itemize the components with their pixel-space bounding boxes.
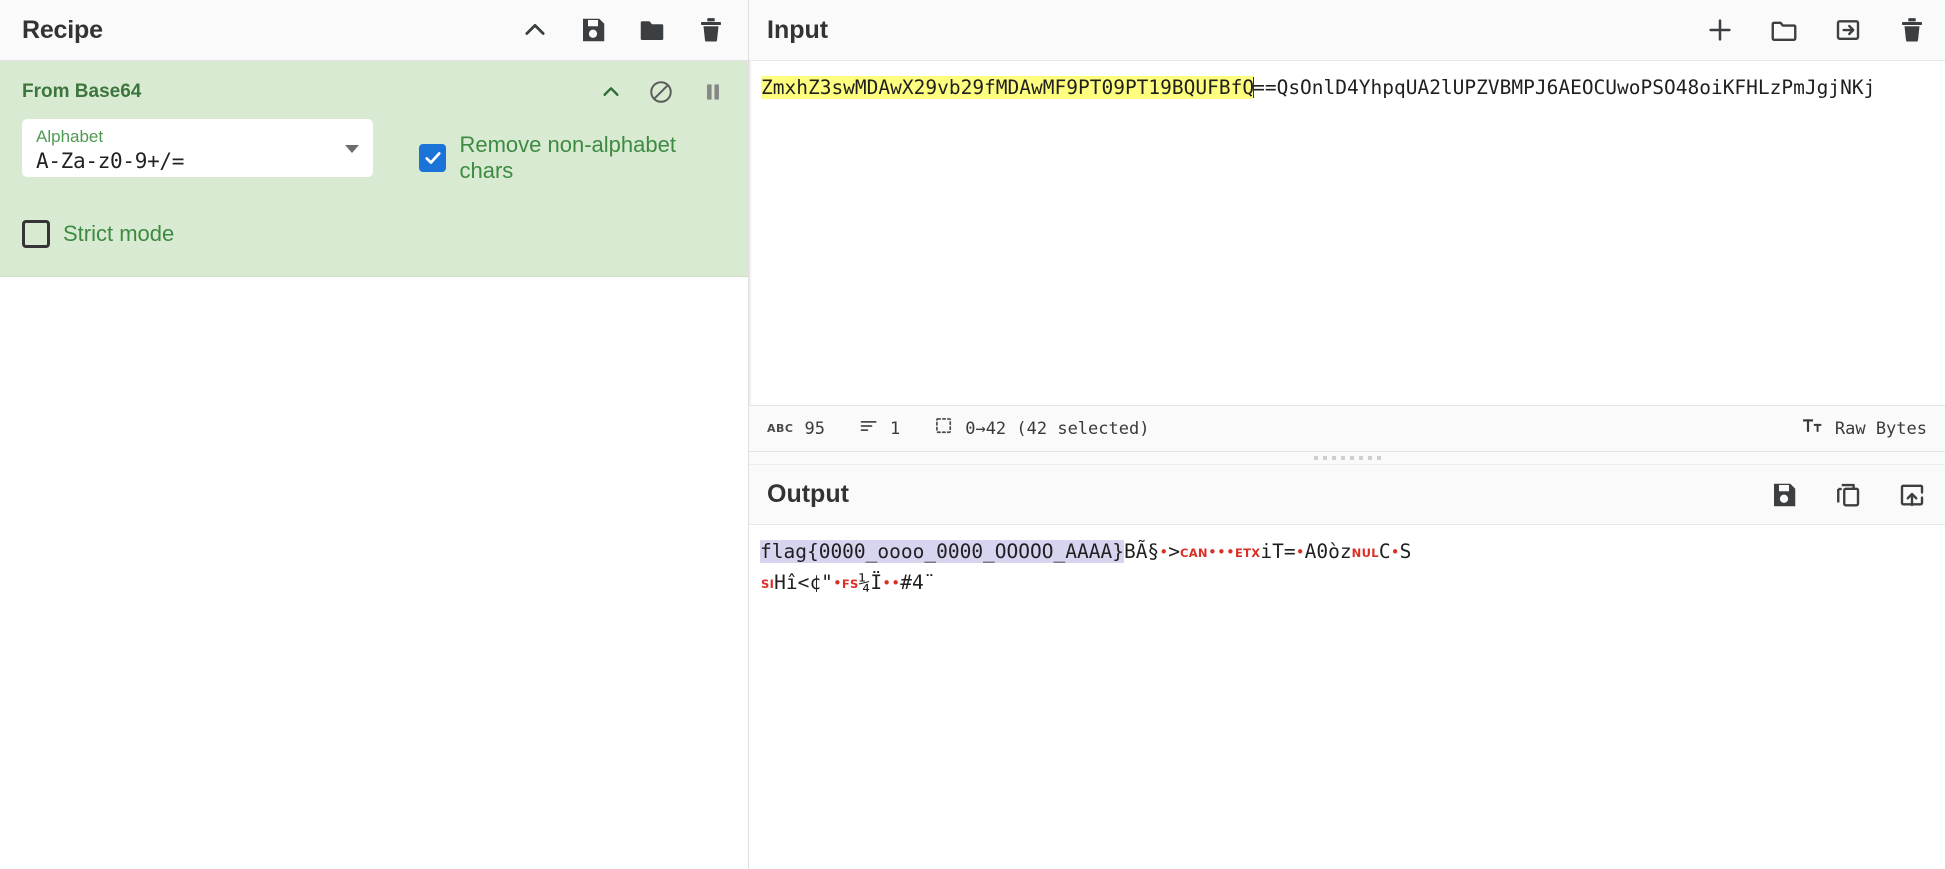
lines-count-icon	[859, 416, 879, 441]
input-status-bar: ABC 95 1 0→42 (42 selected) Raw Bytes	[749, 405, 1945, 452]
recipe-title: Recipe	[22, 15, 103, 44]
op-disable-icon[interactable]	[648, 79, 674, 105]
io-pane: Input ZmxhZ3swMDAwX29vb29fMDAwMF9PT09PT1…	[749, 0, 1945, 869]
output-text-run: C	[1378, 540, 1391, 563]
selection-range-icon	[934, 416, 954, 441]
strict-mode-checkbox[interactable]	[22, 220, 50, 248]
alphabet-label: Alphabet	[36, 127, 104, 146]
op-breakpoint-pause-icon[interactable]	[700, 79, 726, 105]
abc-length-icon: ABC	[767, 421, 794, 435]
clear-recipe-icon[interactable]	[696, 15, 726, 45]
strict-mode-checkbox-row[interactable]: Strict mode	[0, 220, 748, 248]
io-splitter[interactable]	[749, 452, 1945, 464]
control-char-nul: NUL	[1351, 546, 1379, 560]
splitter-grip-icon	[1313, 456, 1381, 460]
recipe-toolbar	[521, 15, 726, 45]
add-input-tab-icon[interactable]	[1705, 15, 1735, 45]
output-line-1-tail: BÃ§•>CAN•••ETXiT=•A0òzNULC•S	[1124, 540, 1411, 563]
output-title-bar: Output	[749, 464, 1945, 525]
remove-non-alphabet-chars-checkbox[interactable]	[419, 144, 447, 172]
output-text-run: #4¨	[900, 571, 936, 594]
output-text-run: >	[1168, 540, 1180, 563]
output-text-run: S	[1399, 540, 1412, 563]
recipe-empty-area[interactable]	[0, 277, 748, 869]
control-char-dot: •	[1207, 543, 1217, 561]
input-selection-group[interactable]: 0→42 (42 selected)	[934, 416, 1149, 441]
recipe-operation-from-base64[interactable]: From Base64 Alphabet A-Za-z0-9+/= Remove…	[0, 61, 748, 277]
control-char-dot: •	[1225, 543, 1235, 561]
open-folder-as-input-icon[interactable]	[1833, 15, 1863, 45]
control-char-dot: •	[1295, 543, 1305, 561]
op-collapse-chevron-icon[interactable]	[600, 81, 622, 103]
recipe-pane: Recipe From Base64 Alphabet A-Za-z0-9+/=…	[0, 0, 749, 869]
output-text-run: Hî<¢"	[774, 571, 833, 594]
input-encoding-value: Raw Bytes	[1834, 418, 1927, 439]
input-length-group[interactable]: ABC 95	[767, 419, 825, 439]
output-text-run: BÃ§	[1123, 540, 1160, 563]
control-char-can: CAN	[1179, 546, 1208, 560]
output-flag-selected-text: flag{0000_oooo_0000_OOOOO_AAAA}	[760, 540, 1124, 563]
output-line-2: SIHî<¢"•FS¼Ï••#4¨	[761, 568, 1945, 599]
input-length-value: 95	[804, 418, 825, 439]
output-editor[interactable]: flag{0000_oooo_0000_OOOOO_AAAA}BÃ§•>CAN•…	[749, 525, 1945, 869]
control-char-fs: FS	[841, 577, 859, 591]
control-char-dot: •	[1390, 543, 1400, 561]
output-text-run: ¼Ï	[858, 571, 883, 594]
open-folder-icon[interactable]	[1769, 15, 1799, 45]
control-char-dot: •	[1216, 543, 1226, 561]
replace-input-with-output-icon[interactable]	[1897, 480, 1927, 510]
input-editor[interactable]: ZmxhZ3swMDAwX29vb29fMDAwMF9PT09PT19BQUFB…	[749, 61, 1945, 405]
input-title-bar: Input	[749, 0, 1945, 61]
output-toolbar	[1769, 480, 1931, 510]
operation-title: From Base64	[22, 81, 142, 102]
alphabet-select[interactable]: Alphabet A-Za-z0-9+/=	[22, 119, 374, 177]
remove-non-alphabet-chars-checkbox-row[interactable]: Remove non-alphabet chars	[419, 132, 726, 184]
output-line-1: flag{0000_oooo_0000_OOOOO_AAAA}BÃ§•>CAN•…	[760, 537, 1945, 568]
text-format-icon	[1802, 416, 1824, 441]
strict-mode-label: Strict mode	[63, 221, 175, 246]
input-selected-text: ZmxhZ3swMDAwX29vb29fMDAwMF9PT09PT19BQUFB…	[761, 76, 1255, 99]
input-lines-group[interactable]: 1	[859, 416, 900, 441]
collapse-chevron-icon[interactable]	[521, 16, 549, 44]
copy-output-icon[interactable]	[1833, 480, 1863, 510]
recipe-title-bar: Recipe	[0, 0, 748, 61]
editor-gutter-shadow	[749, 61, 752, 405]
output-title: Output	[767, 480, 849, 508]
output-text-run: A0òz	[1304, 540, 1352, 563]
control-char-dot: •	[882, 574, 892, 592]
control-char-etx: ETX	[1234, 546, 1261, 560]
control-char-dot: •	[891, 574, 901, 592]
input-lines-value: 1	[889, 418, 901, 439]
input-text-line[interactable]: ZmxhZ3swMDAwX29vb29fMDAwMF9PT09PT19BQUFB…	[761, 73, 1945, 102]
control-char-si: SI	[761, 577, 775, 591]
clear-input-icon[interactable]	[1897, 15, 1927, 45]
chevron-down-icon[interactable]	[345, 145, 360, 153]
alphabet-value: A-Za-z0-9+/=	[36, 149, 185, 173]
input-selection-value: 0→42 (42 selected)	[965, 418, 1150, 439]
control-char-dot: •	[832, 574, 842, 592]
save-recipe-icon[interactable]	[578, 15, 608, 45]
operation-controls	[600, 79, 726, 105]
vertical-splitter-handle[interactable]	[745, 660, 752, 686]
remove-non-alphabet-chars-label: Remove non-alphabet chars	[459, 132, 676, 183]
control-char-dot: •	[1159, 543, 1169, 561]
input-title: Input	[767, 15, 829, 44]
operation-arguments: Alphabet A-Za-z0-9+/= Remove non-alphabe…	[0, 111, 748, 184]
load-recipe-icon[interactable]	[637, 15, 667, 45]
output-text-run: iT=	[1260, 540, 1296, 563]
input-encoding-group[interactable]: Raw Bytes	[1802, 416, 1927, 441]
input-remaining-text: ==QsOnlD4YhpqUA2lUPZVBMPJ6AEOCUwoPSO48oi…	[1253, 76, 1876, 99]
cyberchef-app: Recipe From Base64 Alphabet A-Za-z0-9+/=…	[0, 0, 1945, 869]
input-toolbar	[1705, 15, 1931, 45]
save-output-icon[interactable]	[1769, 480, 1799, 510]
operation-header: From Base64	[0, 61, 748, 111]
